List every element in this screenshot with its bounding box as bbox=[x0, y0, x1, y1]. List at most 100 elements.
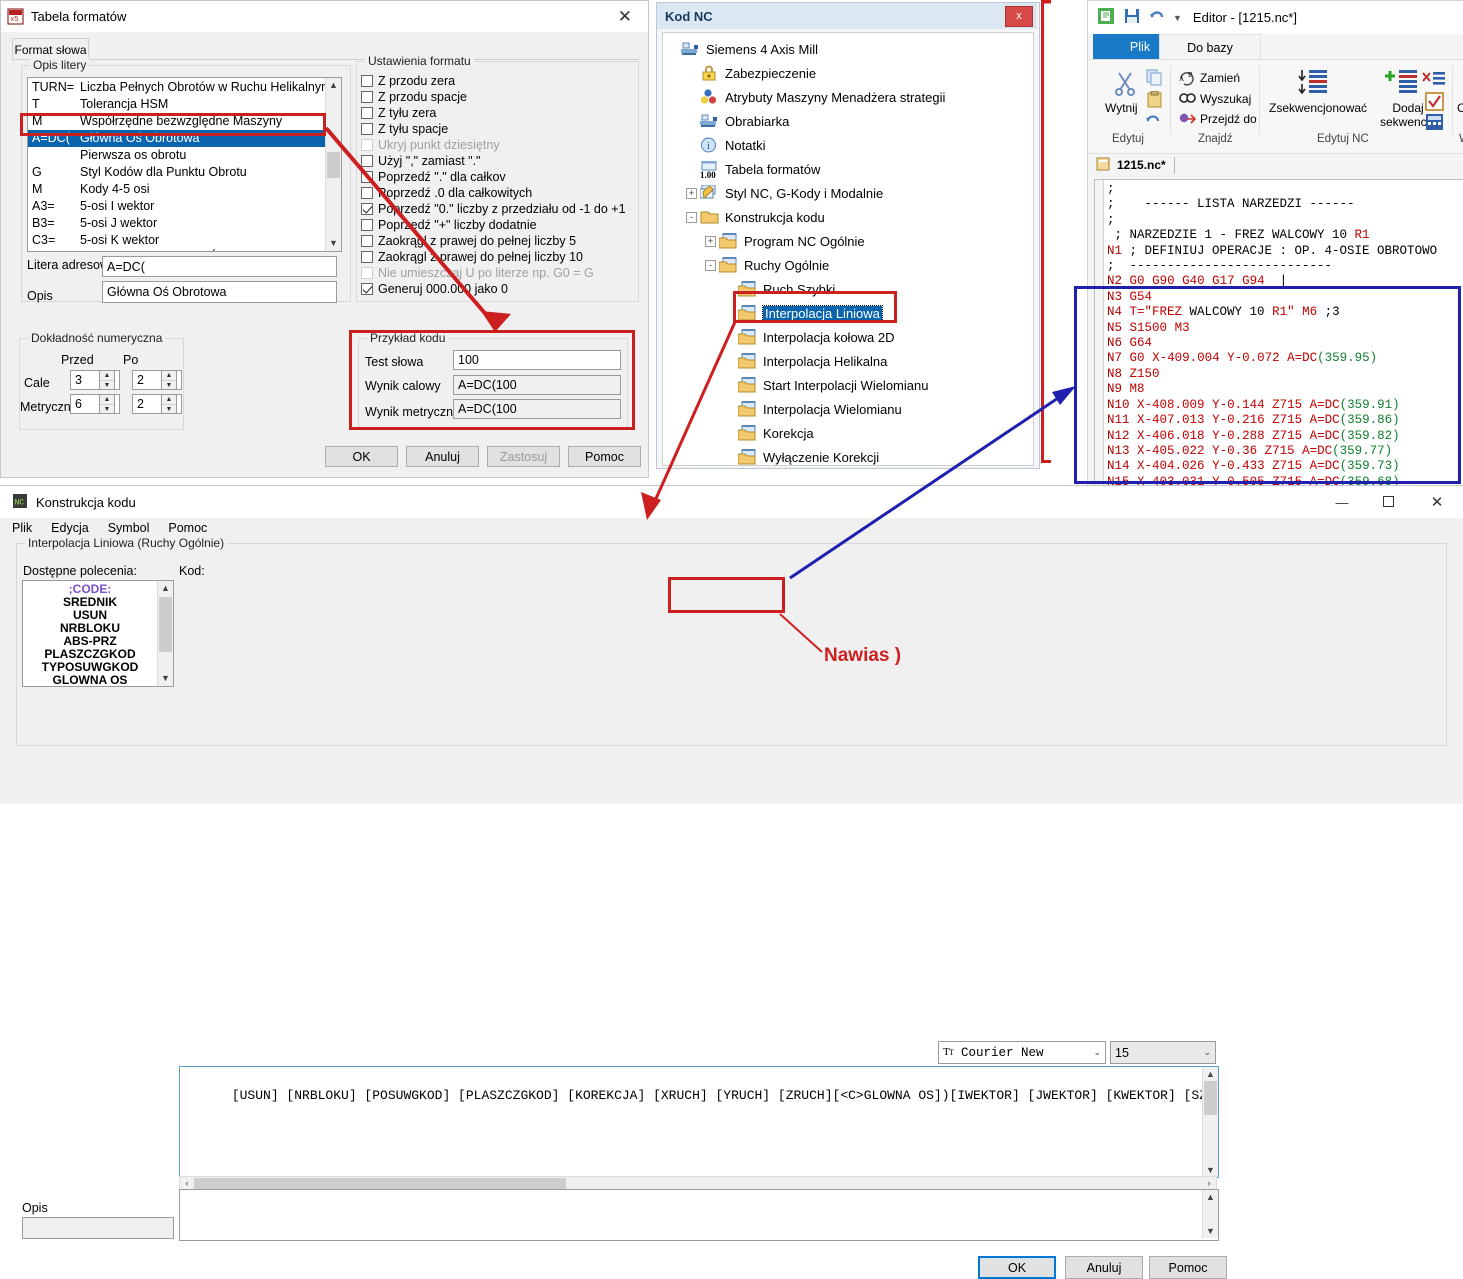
letter-list-row[interactable]: C3= 5-osi K wektor bbox=[28, 232, 326, 249]
editor-file-tab[interactable]: 1215.nc* bbox=[1096, 154, 1175, 176]
scroll-down-icon[interactable]: ▼ bbox=[1203, 1163, 1218, 1177]
scroll-down-icon[interactable]: ▼ bbox=[326, 236, 341, 251]
format-checkbox[interactable]: Poprzedź "+" liczby dodatnie bbox=[361, 217, 637, 233]
tree-node[interactable]: + Styl NC, G-Kody i Modalnie bbox=[667, 181, 1029, 205]
scrollbar-thumb[interactable] bbox=[194, 1178, 566, 1189]
chevron-down-icon[interactable]: ⌄ bbox=[1093, 1047, 1101, 1058]
menu-edycja[interactable]: Edycja bbox=[51, 521, 89, 535]
format-checkbox[interactable]: Z przodu zera bbox=[361, 73, 637, 89]
expand-icon[interactable]: + bbox=[686, 187, 697, 199]
stepper-up-icon[interactable]: ▲ bbox=[162, 395, 176, 405]
sequence-label[interactable]: Zsekwencjonować bbox=[1269, 101, 1367, 115]
available-list-scrollbar[interactable]: ▲ ▼ bbox=[157, 581, 173, 686]
letter-list-row[interactable]: XObrót w płaszczyźnie - Środek X bbox=[28, 249, 326, 251]
tree-node[interactable]: i Notatki bbox=[667, 133, 1029, 157]
tree-node[interactable]: Interpolacja kołowa 2D bbox=[667, 325, 1029, 349]
undo-small-icon[interactable] bbox=[1145, 112, 1163, 131]
save-icon[interactable] bbox=[1124, 8, 1140, 27]
stepper-down-icon[interactable]: ▼ bbox=[100, 381, 114, 390]
tree-node[interactable]: - Ruchy Ogólnie bbox=[667, 253, 1029, 277]
checklist-icon[interactable] bbox=[1425, 91, 1445, 114]
letter-list-row[interactable]: TURN= Liczba Pełnych Obrotów w Ruchu Heli… bbox=[28, 79, 332, 96]
description-input[interactable]: Główna Oś Obrotowa bbox=[102, 281, 337, 303]
expand-icon[interactable]: + bbox=[705, 235, 716, 247]
maximize-button[interactable] bbox=[1365, 495, 1411, 510]
tree-node[interactable]: Zabezpieczenie bbox=[667, 61, 1029, 85]
group4-label[interactable]: Cz bbox=[1457, 101, 1463, 115]
letter-list-row[interactable]: A=DC(Główna Oś Obrotowa bbox=[28, 130, 326, 147]
letter-list-row[interactable]: Pierwsza os obrotu bbox=[28, 147, 326, 164]
format-checkbox[interactable]: Generuj 000.000 jako 0 bbox=[361, 281, 637, 297]
goto-label[interactable]: Przejdź do bbox=[1200, 112, 1257, 126]
search-label[interactable]: Wyszukaj bbox=[1200, 92, 1251, 106]
available-command-item[interactable]: GLOWNA OS bbox=[23, 674, 157, 687]
letter-list-row[interactable]: B3= 5-osi J wektor bbox=[28, 215, 326, 232]
tree-node[interactable]: Obrabiarka bbox=[667, 109, 1029, 133]
address-letter-input[interactable]: A=DC( bbox=[102, 256, 337, 277]
metric-after-stepper[interactable]: ▲ ▼ bbox=[161, 394, 177, 414]
format-checkbox[interactable]: Użyj "," zamiast "." bbox=[361, 153, 637, 169]
code-text-area[interactable]: [USUN] [NRBLOKU] [POSUWGKOD] [PLASZCZGKO… bbox=[179, 1066, 1219, 1178]
dropdown-icon[interactable]: ▼ bbox=[1173, 13, 1182, 23]
format-checkbox[interactable]: Zaokrągl z prawej do pełnej liczby 10 bbox=[361, 249, 637, 265]
tree-node[interactable]: Ruch Szybki bbox=[667, 277, 1029, 301]
builder-help-button[interactable]: Pomoc bbox=[1149, 1256, 1227, 1279]
close-icon[interactable]: x bbox=[1005, 5, 1033, 27]
tree-node[interactable]: Korekcja bbox=[667, 421, 1029, 445]
scroll-down-icon[interactable]: ▼ bbox=[1203, 1224, 1218, 1238]
inch-before-stepper[interactable]: ▲ ▼ bbox=[99, 370, 115, 390]
tree-node[interactable]: - Konstrukcja kodu bbox=[667, 205, 1029, 229]
stepper-down-icon[interactable]: ▼ bbox=[162, 405, 176, 414]
ok-button[interactable]: OK bbox=[325, 446, 398, 467]
tree-node[interactable]: 1.00 Tabela formatów bbox=[667, 157, 1029, 181]
available-commands-list[interactable]: ;CODE: SREDNIK USUN NRBLOKU ABS-PRZ PLASZCZGK… bbox=[22, 580, 174, 687]
stepper-up-icon[interactable]: ▲ bbox=[100, 395, 114, 405]
tree-node[interactable]: Interpolacja Helikalna bbox=[667, 349, 1029, 373]
letter-list-row[interactable]: G Styl Kodów dla Punktu Obrotu bbox=[28, 164, 326, 181]
desc-vertical-scrollbar[interactable]: ▲ ▼ bbox=[1202, 1190, 1218, 1238]
stepper-down-icon[interactable]: ▼ bbox=[100, 405, 114, 414]
editor-icon[interactable] bbox=[1097, 7, 1115, 28]
letter-list[interactable]: TURN= Liczba Pełnych Obrotów w Ruchu Heli… bbox=[27, 77, 342, 252]
stepper-down-icon[interactable]: ▼ bbox=[162, 381, 176, 390]
cut-button-label[interactable]: Wytnij bbox=[1105, 101, 1138, 115]
format-checkbox[interactable]: Poprzedź "." dla całkov bbox=[361, 169, 637, 185]
tree-node[interactable]: Siemens 4 Axis Mill bbox=[667, 37, 1029, 61]
scroll-up-icon[interactable]: ▲ bbox=[158, 581, 173, 596]
scrollbar-thumb[interactable] bbox=[159, 597, 172, 652]
cut-icon[interactable] bbox=[1112, 70, 1138, 99]
tree-node[interactable]: + Program NC Ogólnie bbox=[667, 229, 1029, 253]
letter-list-row[interactable]: M Współrzędne bezwzględne Maszyny bbox=[28, 113, 326, 130]
cancel-button[interactable]: Anuluj bbox=[406, 446, 479, 467]
format-checkbox[interactable]: Z tyłu spacje bbox=[361, 121, 637, 137]
stepper-up-icon[interactable]: ▲ bbox=[100, 371, 114, 381]
tree-node[interactable]: Wyłączenie Korekcji bbox=[667, 445, 1029, 465]
minimize-button[interactable]: — bbox=[1319, 495, 1365, 510]
scrollbar-thumb[interactable] bbox=[327, 152, 340, 178]
tree-node[interactable]: Interpolacja Liniowa bbox=[667, 301, 1029, 325]
scroll-down-icon[interactable]: ▼ bbox=[158, 671, 173, 686]
collapse-icon[interactable]: - bbox=[686, 211, 697, 223]
letter-list-row[interactable]: A3= 5-osi I wektor bbox=[28, 198, 326, 215]
letter-list-scrollbar[interactable]: ▲ ▼ bbox=[325, 78, 341, 251]
inch-after-stepper[interactable]: ▲ ▼ bbox=[161, 370, 177, 390]
close-icon[interactable]: ✕ bbox=[608, 7, 642, 27]
chevron-down-icon[interactable]: ⌄ bbox=[1203, 1047, 1211, 1058]
format-checkbox[interactable]: Poprzedź .0 dla całkowitych bbox=[361, 185, 637, 201]
copy-icon[interactable] bbox=[1146, 69, 1163, 89]
format-checkbox[interactable]: Zaokrągl z prawej do pełnej liczby 5 bbox=[361, 233, 637, 249]
replace-label[interactable]: Zamień bbox=[1200, 71, 1240, 85]
tab-do-bazy[interactable]: Do bazy bbox=[1159, 34, 1261, 60]
help-button[interactable]: Pomoc bbox=[568, 446, 641, 467]
collapse-icon[interactable]: - bbox=[705, 259, 716, 271]
letter-list-row[interactable]: T Tolerancja HSM bbox=[28, 96, 326, 113]
close-button[interactable]: ✕ bbox=[1411, 493, 1463, 511]
scroll-up-icon[interactable]: ▲ bbox=[1203, 1067, 1218, 1081]
font-family-combo[interactable]: TT Courier New ⌄ bbox=[938, 1041, 1106, 1064]
test-word-input[interactable]: 100 bbox=[453, 350, 621, 370]
nc-tree-panel[interactable]: Siemens 4 Axis Mill Zabezpieczenie Atrybut… bbox=[662, 32, 1034, 466]
font-size-combo[interactable]: 15 ⌄ bbox=[1110, 1041, 1216, 1064]
tree-node[interactable]: Atrybuty Maszyny Menadżera strategii bbox=[667, 85, 1029, 109]
letter-list-row[interactable]: M Kody 4-5 osi bbox=[28, 181, 326, 198]
menu-plik[interactable]: Plik bbox=[12, 521, 32, 535]
